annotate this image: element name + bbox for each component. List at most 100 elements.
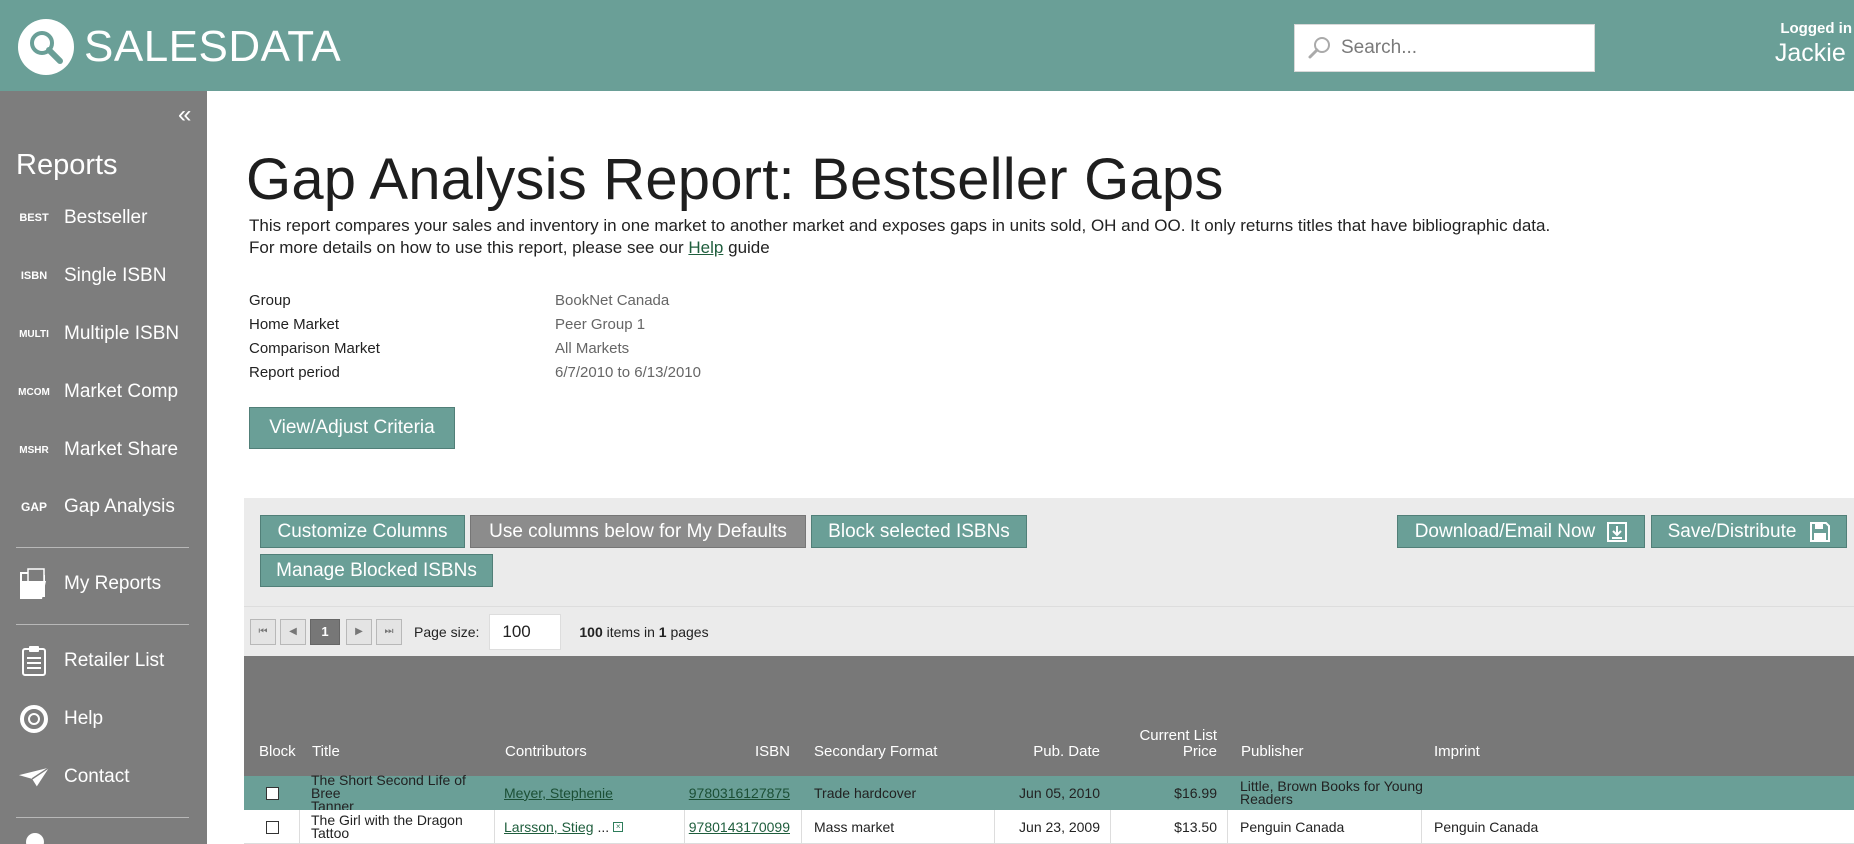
sidebar-item-market-share[interactable]: MSHR Market Share	[0, 430, 207, 470]
page-number-button[interactable]: 1	[310, 618, 340, 645]
sidebar-divider	[16, 624, 189, 625]
collapse-sidebar-icon[interactable]: «	[178, 101, 191, 129]
description-suffix: guide	[728, 238, 770, 257]
sidebar-item-help[interactable]: Help	[0, 699, 207, 739]
save-distribute-button[interactable]: Save/Distribute	[1651, 515, 1847, 548]
title-cell: The Girl with the Dragon Tattoo	[311, 812, 463, 841]
publisher-cell: Penguin Canada	[1240, 818, 1345, 835]
items-count: 100	[579, 623, 603, 640]
settings-icon[interactable]	[26, 833, 44, 844]
publisher-cell: Little, Brown Books for Young Readers	[1240, 776, 1425, 810]
folder-icon	[18, 567, 50, 601]
save-column-defaults-button[interactable]: Use columns below for My Defaults	[470, 515, 806, 548]
contributor-more: ...	[597, 818, 610, 835]
criteria-summary: Group BookNet Canada Home Market Peer Gr…	[249, 289, 701, 385]
isbn-link[interactable]: 9780143170099	[689, 820, 790, 834]
table-row[interactable]: The Short Second Life of Bree Tanner Mey…	[244, 773, 1854, 813]
save-distribute-label: Save/Distribute	[1667, 520, 1797, 542]
download-email-button[interactable]: Download/Email Now	[1397, 515, 1645, 548]
column-header-pub-date[interactable]: Pub. Date	[984, 744, 1100, 760]
column-header-publisher[interactable]: Publisher	[1241, 744, 1304, 760]
table-row[interactable]: The Girl with the Dragon Tattoo Larsson,…	[244, 810, 1854, 844]
previous-page-icon[interactable]: ◀	[280, 618, 306, 645]
sidebar-item-label: Bestseller	[64, 207, 148, 228]
column-header-contributors[interactable]: Contributors	[505, 744, 587, 760]
pages-count: 1	[658, 623, 667, 640]
floppy-disk-icon	[1810, 521, 1831, 542]
mshr-icon: MSHR	[19, 444, 49, 456]
search-input[interactable]	[1341, 37, 1581, 59]
customize-columns-button[interactable]: Customize Columns	[260, 515, 465, 548]
pages-text: pages	[670, 623, 709, 640]
expand-contributors-icon[interactable]: ×	[613, 822, 624, 832]
criteria-label: Report period	[249, 364, 340, 381]
block-checkbox[interactable]	[266, 786, 279, 800]
sidebar-item-label: Gap Analysis	[64, 496, 175, 517]
isbn-cell: 9780143170099	[684, 810, 790, 844]
brand-logo[interactable]: SALESDATA	[18, 19, 341, 75]
criteria-row-home-market: Home Market Peer Group 1	[249, 313, 701, 337]
block-checkbox-cell	[266, 810, 280, 844]
column-divider	[1227, 810, 1228, 844]
user-name: Jackie F	[1774, 39, 1854, 67]
criteria-label: Comparison Market	[249, 340, 380, 357]
report-toolbar: Customize Columns Use columns below for …	[244, 498, 1854, 606]
pager-bar: ⏮ ◀ 1 ▶ ⏭ Page size: 100 100 items in 1 …	[244, 606, 1854, 656]
search-box[interactable]	[1294, 24, 1595, 72]
help-link[interactable]: Help	[688, 238, 723, 257]
last-page-icon[interactable]: ⏭	[376, 618, 402, 645]
sidebar-item-multiple-isbn[interactable]: MULTI Multiple ISBN	[0, 314, 207, 354]
next-page-icon[interactable]: ▶	[346, 618, 372, 645]
criteria-value: 6/7/2010 to 6/13/2010	[555, 364, 701, 381]
sidebar-item-gap-analysis[interactable]: GAP Gap Analysis	[0, 487, 207, 527]
column-header-secondary-format[interactable]: Secondary Format	[814, 744, 937, 760]
page-size-label: Page size:	[414, 623, 480, 640]
column-divider	[801, 810, 802, 844]
main-content: Gap Analysis Report: Bestseller Gaps Thi…	[207, 91, 1854, 844]
criteria-value: Peer Group 1	[555, 316, 646, 333]
page-size-input[interactable]: 100	[489, 613, 562, 650]
criteria-label: Group	[249, 292, 291, 309]
best-icon: BEST	[19, 212, 49, 224]
contributor-link[interactable]: Larsson, Stieg	[504, 820, 594, 834]
publisher-line-2: Readers	[1240, 791, 1293, 807]
sidebar-heading: Reports	[16, 149, 118, 181]
user-info[interactable]: Logged in Jackie F	[1775, 20, 1854, 68]
column-header-list-price[interactable]: Current List Price	[1110, 728, 1217, 760]
pub-date-cell: Jun 05, 2010	[1019, 784, 1100, 801]
contributor-cell: Meyer, Stephenie	[504, 776, 684, 810]
sidebar-item-label: Retailer List	[64, 650, 165, 671]
download-email-label: Download/Email Now	[1414, 520, 1596, 542]
sidebar-item-bestseller[interactable]: BEST Bestseller	[0, 198, 207, 238]
criteria-label: Home Market	[249, 316, 340, 333]
view-adjust-criteria-button[interactable]: View/Adjust Criteria	[249, 407, 455, 449]
column-header-isbn[interactable]: ISBN	[684, 744, 790, 760]
items-text: items in	[606, 623, 655, 640]
pub-date-cell: Jun 23, 2009	[1019, 818, 1100, 835]
sidebar-item-retailer-list[interactable]: Retailer List	[0, 641, 207, 681]
column-header-block[interactable]: Block	[259, 744, 296, 760]
sidebar-item-contact[interactable]: Contact	[0, 757, 207, 797]
column-header-imprint[interactable]: Imprint	[1434, 744, 1480, 760]
first-page-icon[interactable]: ⏮	[250, 618, 276, 645]
price-cell: $13.50	[1174, 818, 1217, 835]
column-header-title[interactable]: Title	[312, 744, 340, 760]
sidebar-item-label: Market Comp	[64, 381, 179, 402]
paper-plane-icon	[18, 765, 50, 789]
isbn-link[interactable]: 9780316127875	[689, 786, 790, 800]
block-selected-isbns-button[interactable]: Block selected ISBNs	[811, 515, 1027, 548]
manage-blocked-isbns-button[interactable]: Manage Blocked ISBNs	[260, 554, 493, 587]
format-cell: Trade hardcover	[814, 784, 917, 801]
block-checkbox[interactable]	[266, 820, 279, 834]
contributor-link[interactable]: Meyer, Stephenie	[504, 786, 613, 800]
sidebar-item-market-comp[interactable]: MCOM Market Comp	[0, 372, 207, 412]
criteria-row-group: Group BookNet Canada	[249, 289, 701, 313]
description-line-2: For more details on how to use this repo…	[249, 237, 1550, 259]
list-price-header-line-2: Price	[1182, 743, 1217, 760]
sidebar-item-single-isbn[interactable]: ISBN Single ISBN	[0, 256, 207, 296]
column-divider	[494, 810, 495, 844]
sidebar-item-my-reports[interactable]: My Reports	[0, 564, 207, 604]
sidebar-item-label: Help	[64, 708, 104, 729]
logged-in-label: Logged in	[1780, 20, 1852, 37]
report-description: This report compares your sales and inve…	[249, 215, 1550, 259]
